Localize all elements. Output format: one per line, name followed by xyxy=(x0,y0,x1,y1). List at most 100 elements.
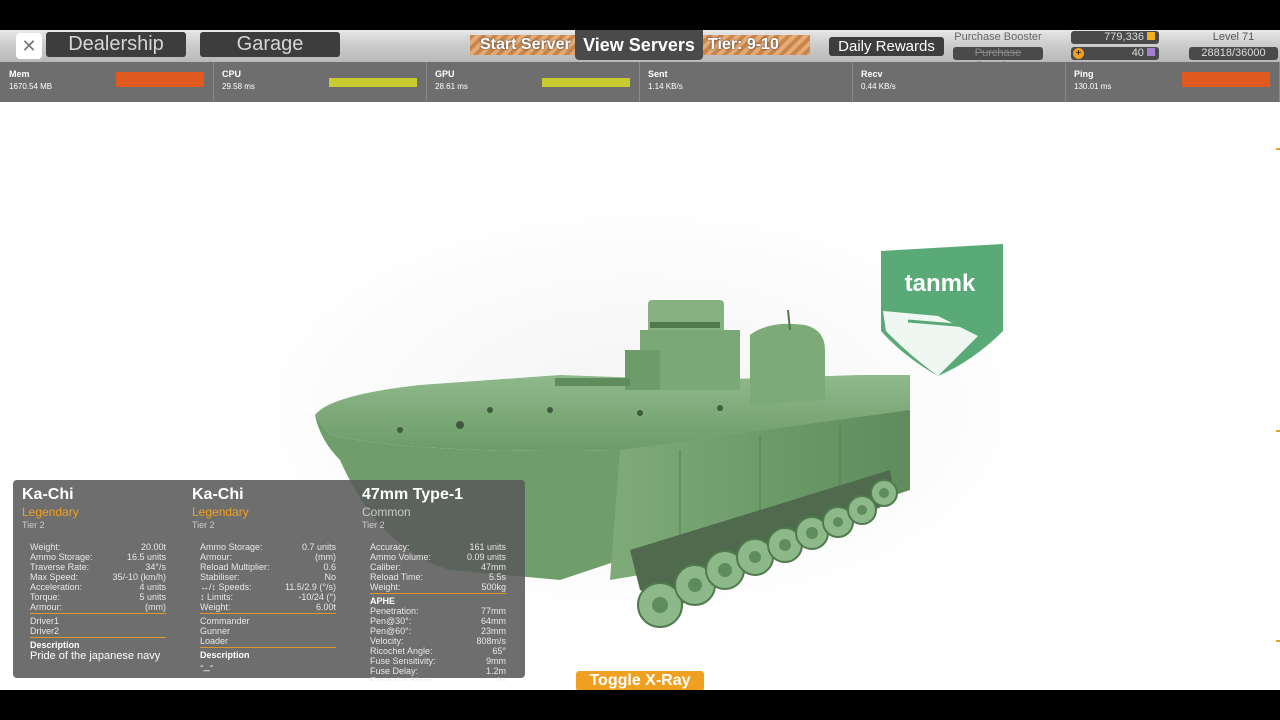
stat-value: 0.09 units xyxy=(466,552,506,562)
gun-tier: Tier 2 xyxy=(362,520,385,530)
stat-row: Caliber: 47mm xyxy=(370,562,506,572)
stat-key: Weight: xyxy=(200,602,231,612)
close-icon: ✕ xyxy=(21,36,37,56)
turret-tier: Tier 2 xyxy=(192,520,215,530)
vehicle-name: Ka-Chi xyxy=(22,486,74,503)
currency-value: 779,336 xyxy=(1104,31,1144,43)
stat-row: Traverse Rate: 34°/s xyxy=(30,562,166,572)
purchase-premium-button[interactable]: Purchase Premium xyxy=(953,47,1043,72)
turret-column: Ka-Chi Legendary Tier 2 Ammo Storage: 0.7… xyxy=(192,486,342,672)
vehicle-column: Ka-Chi Legendary Tier 2 Weight: 20.00t Am… xyxy=(22,486,172,662)
ammo-stat-row: Ricochet Angle: 65° xyxy=(370,646,506,656)
stat-ping: Ping 130.01 ms xyxy=(1065,62,1280,102)
gem-icon xyxy=(1147,48,1155,56)
stat-value: 64mm xyxy=(480,616,506,626)
stat-key: Explosive Mass: xyxy=(370,676,436,681)
stat-row: ↔/↕ Speeds: 11.5/2.9 (°/s) xyxy=(200,582,336,592)
ammo-stat-row: Pen@60°: 23mm xyxy=(370,626,506,636)
stat-row: Acceleration: 4 units xyxy=(30,582,166,592)
stat-mem: Mem 1670.54 MB xyxy=(0,62,214,102)
stat-key: Torque: xyxy=(30,592,61,602)
stat-value: 161 units xyxy=(469,542,506,552)
toggle-xray-button[interactable]: Toggle X-Ray xyxy=(576,671,704,691)
ammo-stat-row: Fuse Delay: 1.2m xyxy=(370,666,506,676)
stat-key: Caliber: xyxy=(370,562,402,572)
stat-key: Ammo Storage: xyxy=(200,542,263,552)
stat-key: Ammo Volume: xyxy=(370,552,432,562)
turret-name: Ka-Chi xyxy=(192,486,244,503)
stat-value: 130.01 ms xyxy=(1074,82,1112,91)
stat-meter xyxy=(1182,72,1270,87)
stat-meter xyxy=(116,72,204,87)
stat-value: 1.14 KB/s xyxy=(648,82,683,91)
stat-value: 2g xyxy=(495,676,506,681)
stat-value: 20.00t xyxy=(140,542,166,552)
stat-value: 500kg xyxy=(481,582,506,592)
divider xyxy=(200,613,336,614)
ammo-stat-row: Explosive Mass: 2g xyxy=(370,676,506,681)
stat-value: 29.58 ms xyxy=(222,82,255,91)
stat-value: 16.5 units xyxy=(126,552,166,562)
stat-key: Fuse Sensitivity: xyxy=(370,656,436,666)
stat-recv: Recv 0.44 KB/s xyxy=(852,62,1066,102)
stat-cpu: CPU 29.58 ms xyxy=(213,62,427,102)
stat-value: 0.6 xyxy=(323,562,336,572)
badge-text: tanmk xyxy=(905,270,976,297)
turret-rarity: Legendary xyxy=(192,505,249,519)
gun-name: 47mm Type-1 xyxy=(362,486,464,503)
stat-value: 1670.54 MB xyxy=(9,82,53,91)
divider xyxy=(30,637,166,638)
stat-label: CPU xyxy=(222,69,242,79)
stat-row: Stabiliser: No xyxy=(200,572,336,582)
stat-value: 9mm xyxy=(486,656,506,666)
stat-value: 23mm xyxy=(480,626,506,636)
ammo-stat-row: Fuse Sensitivity: 9mm xyxy=(370,656,506,666)
stat-value: No xyxy=(324,572,336,582)
stat-row: Max Speed: 35/-10 (km/h) xyxy=(30,572,166,582)
daily-rewards-button[interactable]: Daily Rewards xyxy=(829,37,944,56)
stat-row: Armour: (mm) xyxy=(200,552,336,562)
stat-key: Accuracy: xyxy=(370,542,410,552)
stat-row: ↕ Limits: -10/24 (°) xyxy=(200,592,336,602)
stat-value: 47mm xyxy=(480,562,506,572)
purchase-booster-button[interactable]: Purchase Booster xyxy=(953,31,1043,44)
divider xyxy=(30,613,166,614)
stat-key: Ammo Storage: xyxy=(30,552,93,562)
stat-key: Max Speed: xyxy=(30,572,79,582)
stat-label: Mem xyxy=(9,69,30,79)
letterbox-top xyxy=(0,0,1280,30)
view-servers-button[interactable]: View Servers xyxy=(575,30,703,60)
vehicle-info-panel: Ka-Chi Legendary Tier 2 Weight: 20.00t Am… xyxy=(13,480,525,681)
divider xyxy=(370,593,506,594)
stat-label: Recv xyxy=(861,69,883,79)
stat-key: Velocity: xyxy=(370,636,404,646)
close-button[interactable]: ✕ xyxy=(16,33,42,59)
stat-row: Reload Multiplier: 0.6 xyxy=(200,562,336,572)
coin-icon xyxy=(1147,32,1155,40)
stat-row: Ammo Volume: 0.09 units xyxy=(370,552,506,562)
stat-key: Armour: xyxy=(30,602,63,612)
stat-key: Penetration: xyxy=(370,606,419,616)
gun-rarity: Common xyxy=(362,505,411,519)
stat-key: Armour: xyxy=(200,552,233,562)
start-server-button[interactable]: Start Server xyxy=(480,36,571,54)
stat-gpu: GPU 28.61 ms xyxy=(426,62,640,102)
stat-value: 6.00t xyxy=(315,602,336,612)
stat-value: 5 units xyxy=(139,592,166,602)
stat-key: Acceleration: xyxy=(30,582,83,592)
stat-value: (mm) xyxy=(315,552,336,562)
stat-value: 1.2m xyxy=(485,666,506,676)
stat-sent: Sent 1.14 KB/s xyxy=(639,62,853,102)
description-text: Pride of the japanese navy xyxy=(30,650,161,662)
stat-key: Fuse Delay: xyxy=(370,666,419,676)
stat-value: 11.5/2.9 (°/s) xyxy=(285,582,336,592)
stat-value: (mm) xyxy=(145,602,166,612)
garage-button[interactable]: Garage xyxy=(200,32,340,57)
stat-value: 0.44 KB/s xyxy=(861,82,896,91)
stat-row: Weight: 6.00t xyxy=(200,602,336,612)
gun-column: 47mm Type-1 Common Tier 2 Accuracy: 161 u… xyxy=(362,486,512,681)
stat-row: Weight: 500kg xyxy=(370,582,506,592)
add-currency-icon[interactable]: + xyxy=(1073,48,1084,59)
dealership-button[interactable]: Dealership xyxy=(46,32,186,57)
stat-key: Weight: xyxy=(30,542,61,552)
